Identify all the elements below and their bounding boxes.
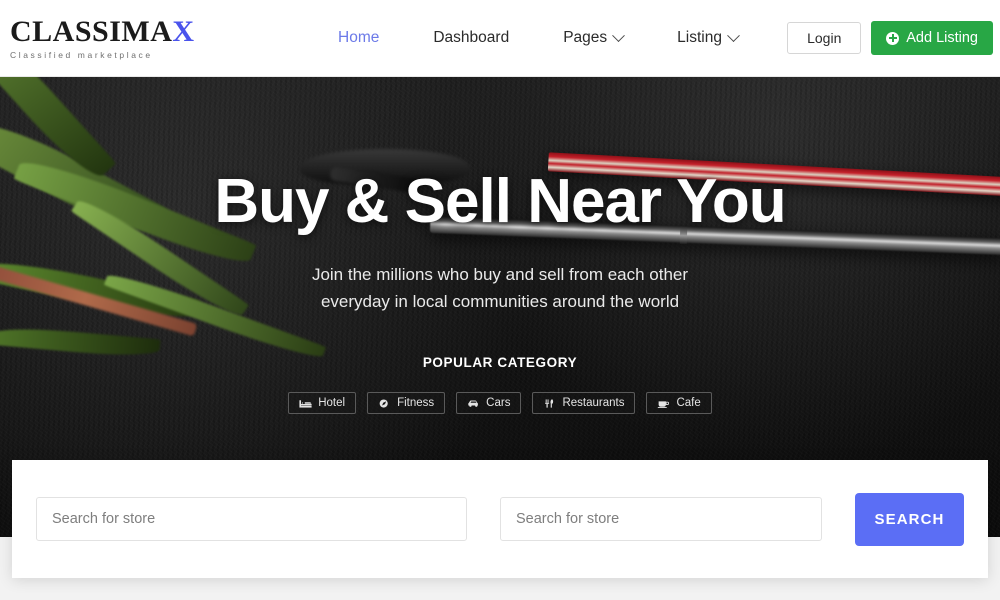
utensils-icon: [545, 398, 554, 408]
category-pill-cafe-label: Cafe: [676, 397, 701, 409]
brand-tagline: Classified marketplace: [10, 49, 153, 60]
site-header: CLASSIMAX Classified marketplace Home Da…: [0, 0, 1000, 77]
add-listing-button[interactable]: Add Listing: [871, 21, 993, 55]
chevron-down-icon: [612, 28, 626, 42]
brand-logo[interactable]: CLASSIMAX Classified marketplace: [10, 14, 195, 60]
category-pill-restaurants-label: Restaurants: [562, 397, 625, 409]
page-root: CLASSIMAX Classified marketplace Home Da…: [0, 0, 1000, 600]
popular-category-heading: POPULAR CATEGORY: [422, 355, 578, 370]
car-icon: [468, 399, 479, 407]
category-pill-cars-label: Cars: [486, 397, 511, 409]
login-button[interactable]: Login: [787, 22, 862, 54]
brand-logo-accent: X: [172, 14, 195, 48]
search-location-input[interactable]: [500, 497, 822, 541]
category-pill-cars[interactable]: Cars: [456, 392, 522, 414]
category-pill-fitness-label: Fitness: [397, 397, 435, 409]
search-card: SEARCH: [12, 460, 988, 578]
nav-item-listing-label: Listing: [677, 29, 722, 46]
search-store-input[interactable]: [36, 497, 467, 541]
nav-item-home-label: Home: [338, 29, 380, 46]
category-pill-cafe[interactable]: Cafe: [646, 392, 712, 414]
coffee-cup-icon: [658, 400, 670, 408]
chevron-down-icon: [727, 28, 740, 42]
plus-circle-icon: [886, 31, 900, 45]
nav-item-dashboard[interactable]: Dashboard: [406, 29, 536, 47]
nav-item-home[interactable]: Home: [311, 29, 406, 47]
login-button-label: Login: [807, 30, 842, 46]
category-pill-restaurants[interactable]: Restaurants: [532, 392, 636, 414]
nav-item-listing[interactable]: Listing: [650, 28, 765, 47]
category-pill-hotel-label: Hotel: [318, 397, 346, 409]
nav-item-pages[interactable]: Pages: [536, 28, 650, 47]
header-actions: Login Add Listing: [787, 21, 993, 55]
hero-subtitle-line2: everyday in local communities around the…: [320, 292, 680, 311]
nav-item-dashboard-label: Dashboard: [433, 29, 510, 46]
nav-item-pages-label: Pages: [563, 29, 608, 46]
hero-subtitle: Join the millions who buy and sell from …: [312, 261, 688, 315]
search-button[interactable]: SEARCH: [855, 492, 964, 546]
main-nav: Home Dashboard Pages Listing: [311, 28, 765, 47]
hero-subtitle-line1: Join the millions who buy and sell from …: [311, 265, 689, 284]
fitness-icon: [379, 398, 388, 408]
category-pill-fitness[interactable]: Fitness: [367, 392, 446, 414]
hero-title: Buy & Sell Near You: [214, 167, 786, 236]
bed-icon: [299, 399, 312, 408]
popular-category-list: Hotel Fitness Cars Restaurants Cafe: [288, 392, 712, 414]
brand-logo-text: CLASSIMAX: [10, 14, 195, 48]
add-listing-button-label: Add Listing: [906, 30, 978, 46]
brand-logo-main: CLASSIMA: [10, 14, 173, 48]
category-pill-hotel[interactable]: Hotel: [288, 392, 357, 414]
